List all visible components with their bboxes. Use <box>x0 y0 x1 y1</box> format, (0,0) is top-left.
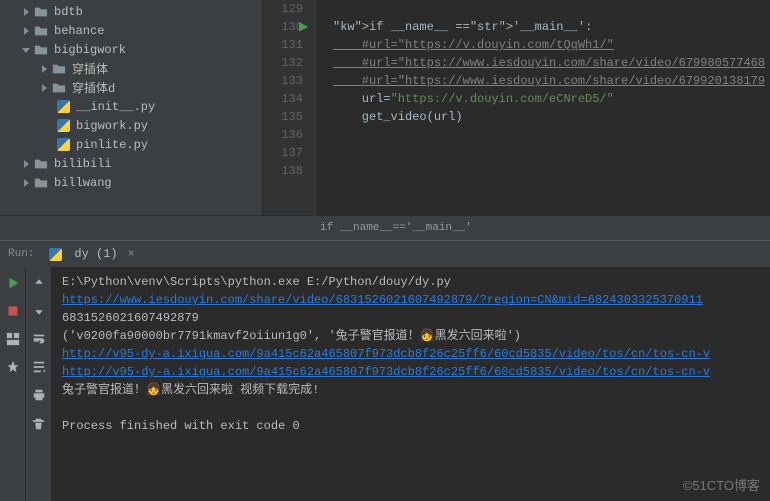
run-tab[interactable]: dy (1) × <box>48 247 134 261</box>
folder-icon <box>34 24 48 38</box>
chevron-down-icon[interactable] <box>20 44 32 56</box>
folder-icon <box>52 81 66 95</box>
code-line[interactable] <box>333 0 770 18</box>
print-icon[interactable] <box>31 387 47 403</box>
watermark: ©51CTO博客 <box>683 475 760 494</box>
wrap-icon[interactable] <box>31 331 47 347</box>
code-line[interactable]: #url="https://www.iesdouyin.com/share/vi… <box>333 54 770 72</box>
console-line: Process finished with exit code 0 <box>62 417 760 435</box>
python-icon <box>48 247 62 261</box>
python-icon <box>56 100 70 114</box>
run-tab-label: dy (1) <box>74 247 117 261</box>
console-line: E:\Python\venv\Scripts\python.exe E:/Pyt… <box>62 273 760 291</box>
console-line[interactable]: http://v95-dy-a.ixigua.com/9a415c62a4658… <box>62 345 760 363</box>
chevron-right-icon[interactable] <box>20 25 32 37</box>
tree-label: __init__.py <box>76 100 155 114</box>
code-line[interactable] <box>333 126 770 144</box>
line-number[interactable]: 138 <box>263 162 303 180</box>
code-line[interactable]: #url="https://v.douyin.com/tQqWh1/" <box>333 36 770 54</box>
folder-icon <box>34 43 48 57</box>
code-line[interactable]: "kw">if __name__ =="str">'__main__': <box>333 18 770 36</box>
tree-label: behance <box>54 24 104 38</box>
line-number[interactable]: 135 <box>263 108 303 126</box>
stop-icon[interactable] <box>5 303 21 319</box>
run-toolbar-left <box>0 267 26 501</box>
breadcrumb-text: if __name__=='__main__' <box>320 222 472 234</box>
run-body: E:\Python\venv\Scripts\python.exe E:/Pyt… <box>0 267 770 501</box>
trash-icon[interactable] <box>31 415 47 431</box>
code-line[interactable] <box>333 162 770 180</box>
console-line: 兔子警官报道！👧黑发六回来啦 视频下载完成! <box>62 381 760 399</box>
tree-item[interactable]: billwang <box>0 173 262 192</box>
tree-label: bdtb <box>54 5 83 19</box>
tree-item[interactable]: __init__.py <box>0 97 262 116</box>
tree-item[interactable]: bigwork.py <box>0 116 262 135</box>
run-marker-icon[interactable]: ▶ <box>299 18 308 36</box>
run-label: Run: <box>8 248 34 260</box>
code-editor[interactable]: 129130▶131132133134135136137138 "kw">if … <box>263 0 770 215</box>
tree-label: pinlite.py <box>76 138 148 152</box>
tree-label: 穿插体 <box>72 60 108 77</box>
chevron-right-icon[interactable] <box>38 82 50 94</box>
tree-item[interactable]: bilibili <box>0 154 262 173</box>
code-line[interactable]: #url="https://www.iesdouyin.com/share/vi… <box>333 72 770 90</box>
folder-icon <box>34 5 48 19</box>
code-line[interactable]: url="https://v.douyin.com/eCNreD5/" <box>333 90 770 108</box>
pin-icon[interactable] <box>5 359 21 375</box>
folder-icon <box>52 62 66 76</box>
line-number[interactable]: 137 <box>263 144 303 162</box>
console-line: ('v0200fa90000br7791kmavf2oiiun1g0', '兔子… <box>62 327 760 345</box>
tree-item[interactable]: bigbigwork <box>0 40 262 59</box>
tree-item[interactable]: behance <box>0 21 262 40</box>
line-number[interactable]: 133 <box>263 72 303 90</box>
line-number[interactable]: 129 <box>263 0 303 18</box>
run-icon[interactable] <box>5 275 21 291</box>
layout-icon[interactable] <box>5 331 21 347</box>
code-line[interactable]: get_video(url) <box>333 108 770 126</box>
tree-label: bigbigwork <box>54 43 126 57</box>
main-area: bdtb behance bigbigwork 穿插体穿插体d __init__.pyb… <box>0 0 770 215</box>
folder-icon <box>34 157 48 171</box>
scroll-icon[interactable] <box>31 359 47 375</box>
code-line[interactable] <box>333 144 770 162</box>
close-icon[interactable]: × <box>128 247 135 261</box>
tree-label: bilibili <box>54 157 112 171</box>
line-number[interactable]: 132 <box>263 54 303 72</box>
console-line[interactable]: https://www.iesdouyin.com/share/video/68… <box>62 291 760 309</box>
tree-item[interactable]: 穿插体d <box>0 78 262 97</box>
tree-item[interactable]: 穿插体 <box>0 59 262 78</box>
run-panel: Run: dy (1) × E:\Python\venv\Scripts\pyt… <box>0 240 770 501</box>
run-header: Run: dy (1) × <box>0 241 770 267</box>
folder-icon <box>34 176 48 190</box>
console-line <box>62 399 760 417</box>
chevron-right-icon[interactable] <box>20 177 32 189</box>
down-icon[interactable] <box>31 303 47 319</box>
line-number[interactable]: 136 <box>263 126 303 144</box>
line-number[interactable]: 134 <box>263 90 303 108</box>
console-line: 6831526021607492879 <box>62 309 760 327</box>
line-number[interactable]: 131 <box>263 36 303 54</box>
project-sidebar[interactable]: bdtb behance bigbigwork 穿插体穿插体d __init__.pyb… <box>0 0 263 215</box>
tree-item[interactable]: bdtb <box>0 2 262 21</box>
chevron-right-icon[interactable] <box>20 158 32 170</box>
python-icon <box>56 138 70 152</box>
chevron-right-icon[interactable] <box>38 63 50 75</box>
console-line[interactable]: http://v95-dy-a.ixigua.com/9a415c62a4658… <box>62 363 760 381</box>
tree-item[interactable]: pinlite.py <box>0 135 262 154</box>
run-toolbar-right <box>26 267 52 501</box>
chevron-right-icon[interactable] <box>20 6 32 18</box>
console-output[interactable]: E:\Python\venv\Scripts\python.exe E:/Pyt… <box>52 267 770 501</box>
tree-label: bigwork.py <box>76 119 148 133</box>
line-number[interactable]: 130▶ <box>263 18 303 36</box>
up-icon[interactable] <box>31 275 47 291</box>
breadcrumb[interactable]: if __name__=='__main__' <box>0 215 770 240</box>
python-icon <box>56 119 70 133</box>
tree-label: billwang <box>54 176 112 190</box>
tree-label: 穿插体d <box>72 79 115 96</box>
